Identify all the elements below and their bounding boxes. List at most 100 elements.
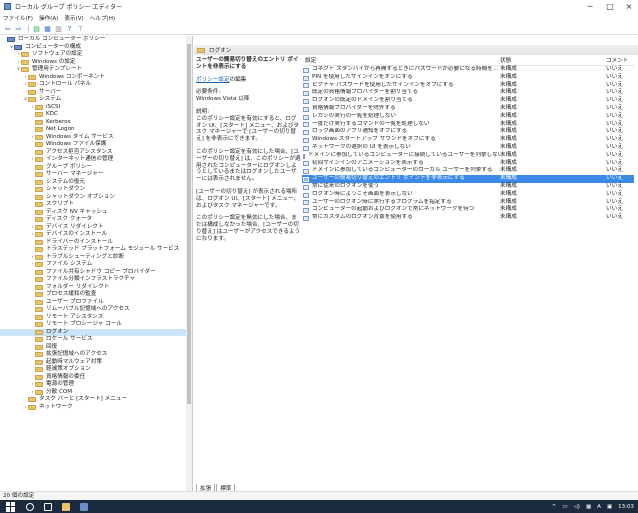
table-row[interactable]: ピクチャ パスワードを使用したサインインをオフにする 未構成 いいえ (302, 82, 634, 90)
tree-item[interactable]: › デバイス リダイレクト (0, 224, 192, 232)
policy-editor-taskbar-icon[interactable] (80, 502, 88, 511)
back-icon[interactable]: ⇦ (3, 25, 12, 33)
tree-item[interactable]: シャットダウン (0, 186, 192, 194)
ime-icon[interactable]: ▦ (586, 504, 591, 510)
tree-item[interactable]: › Windows コンポーネント (0, 74, 192, 82)
edit-policy-link[interactable]: ポリシー設定 (196, 77, 230, 83)
windows-start-icon[interactable] (6, 501, 16, 512)
tree-item[interactable]: ディスク クォータ (0, 216, 192, 224)
tree-item[interactable]: ディスク NV キャッシュ (0, 209, 192, 217)
tree-item[interactable]: ユーザー プロファイル (0, 299, 192, 307)
tree-item[interactable]: ∨ 管理用テンプレート (0, 66, 192, 74)
tree-scrollbar[interactable] (186, 36, 192, 491)
minimize-button[interactable]: ─ (583, 1, 597, 12)
tree-item[interactable]: プロセス緩和の監査 (0, 291, 192, 299)
tree-item[interactable]: リモート プロシージャ コール (0, 321, 192, 329)
menu-action[interactable]: 操作(A) (39, 14, 58, 22)
tray-chevron-icon[interactable]: ^ (552, 504, 557, 510)
table-row[interactable]: ネットワークの選択の UI を表示しない 未構成 いいえ (302, 144, 634, 152)
tree-item[interactable]: › 分散 COM (0, 389, 192, 397)
tree-item[interactable]: フォルダー リダイレクト (0, 284, 192, 292)
tree-item[interactable]: ∨ コンピューターの構成 (0, 44, 192, 52)
tree-item[interactable]: ∨ システム (0, 96, 192, 104)
export-list-icon[interactable]: ▥ (54, 25, 63, 33)
table-row[interactable]: ユーザーの簡易切り替えのエントリ ポイントを非表示にする 未構成 いいえ (302, 175, 634, 183)
column-header-setting[interactable]: 設定 (302, 57, 500, 65)
tree-item[interactable]: Net Logon (0, 126, 192, 134)
clock[interactable]: 13:03 (618, 504, 634, 510)
tree-item[interactable]: › ファイル システム (0, 261, 192, 269)
column-header-state[interactable]: 状態 (500, 57, 606, 65)
table-row[interactable]: ドメインに参加しているコンピューターに接続しているユーザーを列挙しない 未構成 いい… (302, 152, 634, 160)
column-header-comment[interactable]: コメント (606, 57, 634, 65)
tree-item[interactable]: ロケール サービス (0, 336, 192, 344)
table-row[interactable]: ドメインに参加しているコンピューターのローカル ユーザーを列挙する 未構成 いいえ (302, 167, 634, 175)
forward-icon[interactable]: ⇨ (14, 25, 23, 33)
tree-item[interactable]: ログオン (0, 328, 192, 336)
tree-item[interactable]: ファイル分類インフラストラクチャ (0, 276, 192, 284)
table-row[interactable]: 常にカスタムのログオン背景を使用する 未構成 いいえ (302, 214, 634, 222)
tree-item[interactable]: スクリプト (0, 201, 192, 209)
tree-item[interactable]: › インターネット通信の管理 (0, 156, 192, 164)
tree-item[interactable]: › ネットワーク (0, 404, 192, 412)
table-row[interactable]: ユーザーのログオン時に実行するプログラムを指定する 未構成 いいえ (302, 199, 634, 207)
tree-item[interactable]: › デバイスのインストール (0, 231, 192, 239)
tree-item[interactable]: 起動時マルウェア対策 (0, 359, 192, 367)
tree-item[interactable]: サーバー (0, 89, 192, 97)
tree-item[interactable]: シャットダウン オプション (0, 194, 192, 202)
tree-item[interactable]: 軽減策オプション (0, 366, 192, 374)
language-indicator[interactable]: A (597, 504, 601, 510)
menu-view[interactable]: 表示(V) (64, 14, 83, 22)
console-tree-icon[interactable]: ▦ (43, 25, 52, 33)
tree-item[interactable]: Kerberos (0, 119, 192, 127)
tree-item[interactable]: › Windows タイム サービス (0, 134, 192, 142)
tree-item[interactable]: 拡張記憶域へのアクセス (0, 351, 192, 359)
maximize-button[interactable]: □ (603, 1, 617, 12)
up-folder-icon[interactable]: ▤ (32, 25, 41, 33)
tree-item[interactable]: サーバー マネージャー (0, 171, 192, 179)
table-row[interactable]: Windows スタートアップ サウンドをオフにする 未構成 いいえ (302, 136, 634, 144)
tree-item[interactable]: › 電源の管理 (0, 381, 192, 389)
tree-item[interactable]: システムの復元 (0, 179, 192, 187)
tree-item[interactable]: ローカル コンピューター ポリシー (0, 36, 192, 44)
volume-icon[interactable]: ◁) (574, 504, 580, 510)
tree-item[interactable]: › Windows の設定 (0, 59, 192, 67)
tree-item[interactable]: リモート アシスタンス (0, 314, 192, 322)
task-view-icon[interactable] (44, 502, 52, 511)
table-row[interactable]: PIN を使用したサインインをオンにする 未構成 いいえ (302, 74, 634, 82)
tree-item[interactable]: 資格情報の委任 (0, 374, 192, 382)
tree-item[interactable]: ファイル共有シャドウ コピー プロバイダー (0, 269, 192, 277)
tree-item[interactable]: リムーバブル記憶域へのアクセス (0, 306, 192, 314)
table-row[interactable]: 資格情報プロバイダーを除外する 未構成 いいえ (302, 105, 634, 113)
table-row[interactable]: 常に従来のログオンを使う 未構成 いいえ (302, 183, 634, 191)
filter-icon[interactable]: ⊤ (76, 25, 85, 33)
tree-item[interactable]: › トラブルシューティングと診断 (0, 254, 192, 262)
policy-tree[interactable]: ローカル コンピューター ポリシー ∨ コンピューターの構成 › ソフトウェアの設定 › W… (0, 36, 193, 491)
table-row[interactable]: コネクト スタンバイから再開するときにパスワードが必要になる時間を... 未構成 い… (302, 66, 634, 74)
table-row[interactable]: 初回サインインのアニメーションを表示する 未構成 いいえ (302, 160, 634, 168)
tree-item[interactable]: アクセス拒否アシスタンス (0, 149, 192, 157)
tree-item[interactable]: Windows ファイル保護 (0, 141, 192, 149)
ime-mode-icon[interactable]: ▣ (607, 504, 612, 510)
tree-item[interactable]: トラステッド プラットフォーム モジュール サービス (0, 246, 192, 254)
tree-item[interactable]: ドライバーのインストール (0, 239, 192, 247)
tree-item[interactable]: KDC (0, 111, 192, 119)
menu-help[interactable]: ヘルプ(H) (90, 14, 115, 22)
tree-item[interactable]: › iSCSI (0, 104, 192, 112)
table-row[interactable]: ログオンの既定のドメインを割り当てる 未構成 いいえ (302, 97, 634, 105)
network-icon[interactable]: ▭ (562, 504, 567, 510)
table-row[interactable]: 一度だけ実行するコマンドの一覧を処理しない 未構成 いいえ (302, 121, 634, 129)
table-row[interactable]: ロック画面のアプリ通知をオフにする 未構成 いいえ (302, 128, 634, 136)
tree-item[interactable]: › ソフトウェアの設定 (0, 51, 192, 59)
tree-item[interactable]: グループ ポリシー (0, 164, 192, 172)
search-icon[interactable] (26, 502, 34, 511)
table-row[interactable]: 既定の資格情報プロバイダーを割り当てる 未構成 いいえ (302, 89, 634, 97)
table-row[interactable]: コンピューターの起動およびログオンで常にネットワークを待つ 未構成 いいえ (302, 206, 634, 214)
menu-file[interactable]: ファイル(F) (3, 14, 33, 22)
tree-scroll-thumb[interactable] (187, 44, 191, 404)
file-explorer-icon[interactable] (62, 502, 70, 511)
table-row[interactable]: レガシの実行の一覧を処理しない 未構成 いいえ (302, 113, 634, 121)
close-button[interactable]: × (622, 1, 636, 12)
tree-item[interactable]: タスク バーと [スタート] メニュー (0, 396, 192, 404)
tree-item[interactable]: › コントロール パネル (0, 81, 192, 89)
